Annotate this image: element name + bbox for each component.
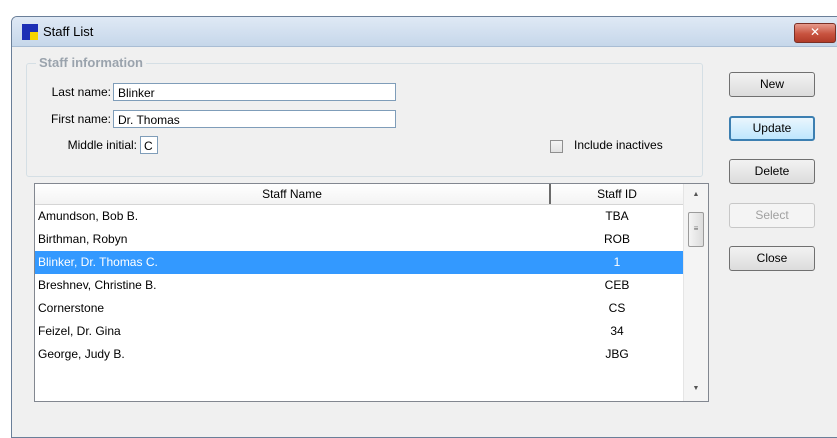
scroll-up-icon[interactable]: ▲ <box>684 187 708 203</box>
staff-id-cell: CEB <box>604 278 630 292</box>
staff-id-cell: CS <box>608 301 626 315</box>
staff-list-window: Staff List ✕ Staff information Last name… <box>11 16 837 438</box>
middle-initial-label: Middle initial: <box>67 138 137 152</box>
first-name-field[interactable]: Dr. Thomas <box>113 110 396 128</box>
select-button[interactable]: Select <box>729 203 815 228</box>
scroll-thumb[interactable]: ≡ <box>688 212 704 247</box>
last-name-label: Last name: <box>51 85 111 99</box>
group-legend: Staff information <box>36 55 146 70</box>
last-name-field[interactable]: Blinker <box>113 83 396 101</box>
table-row[interactable]: Birthman, Robyn ROB <box>35 228 683 251</box>
close-window-button[interactable]: ✕ <box>794 23 836 43</box>
list-header: Staff Name Staff ID <box>35 184 683 205</box>
staff-name-cell: Feizel, Dr. Gina <box>38 324 121 338</box>
staff-name-cell: Cornerstone <box>38 301 105 315</box>
close-button[interactable]: Close <box>729 246 815 271</box>
table-row[interactable]: Cornerstone CS <box>35 297 683 320</box>
column-header-staff-id[interactable]: Staff ID <box>551 184 683 204</box>
staff-name-cell: Breshnev, Christine B. <box>38 278 157 292</box>
table-row[interactable]: Breshnev, Christine B. CEB <box>35 274 683 297</box>
app-icon <box>22 24 38 40</box>
staff-id-cell: JBG <box>605 347 629 361</box>
include-inactives-checkbox[interactable] <box>550 140 563 153</box>
staff-id-cell: 34 <box>610 324 624 338</box>
table-row[interactable]: Amundson, Bob B. TBA <box>35 205 683 228</box>
window-title: Staff List <box>43 24 94 39</box>
staff-id-cell: TBA <box>605 209 629 223</box>
close-icon: ✕ <box>809 25 821 39</box>
staff-name-cell: George, Judy B. <box>38 347 125 361</box>
table-row[interactable]: Feizel, Dr. Gina 34 <box>35 320 683 343</box>
delete-button[interactable]: Delete <box>729 159 815 184</box>
staff-name-cell: Blinker, Dr. Thomas C. <box>38 255 158 269</box>
grip-icon: ≡ <box>693 224 699 233</box>
table-row[interactable]: Blinker, Dr. Thomas C. 1 <box>35 251 683 274</box>
middle-initial-field[interactable]: C <box>140 136 158 154</box>
vertical-scrollbar[interactable]: ▲ ≡ ▼ <box>683 184 708 401</box>
staff-name-cell: Birthman, Robyn <box>38 232 128 246</box>
staff-id-cell: ROB <box>603 232 630 246</box>
list-rows: Amundson, Bob B. TBA Birthman, Robyn ROB Bli… <box>35 205 683 366</box>
title-bar[interactable]: Staff List ✕ <box>12 17 837 47</box>
update-button[interactable]: Update <box>729 116 815 141</box>
include-inactives-label[interactable]: Include inactives <box>574 138 663 152</box>
column-header-staff-name[interactable]: Staff Name <box>35 184 551 204</box>
staff-list[interactable]: Staff Name Staff ID Amundson, Bob B. TBA B… <box>34 183 709 402</box>
staff-id-cell: 1 <box>613 255 621 269</box>
new-button[interactable]: New <box>729 72 815 97</box>
scroll-down-icon[interactable]: ▼ <box>684 381 708 397</box>
first-name-label: First name: <box>50 112 111 126</box>
table-row[interactable]: George, Judy B. JBG <box>35 343 683 366</box>
staff-name-cell: Amundson, Bob B. <box>38 209 139 223</box>
